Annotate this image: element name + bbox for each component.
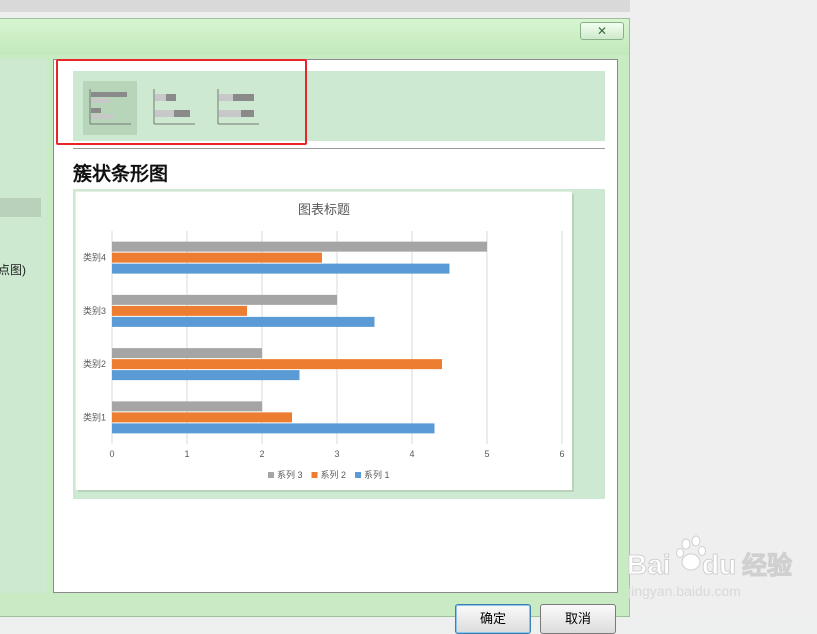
legend-label: 系列 2: [321, 469, 347, 480]
chart-title: 图表标题: [298, 202, 350, 217]
category-label: 类别3: [83, 305, 106, 316]
close-icon: ✕: [596, 24, 608, 38]
dialog-titlebar: ✕: [0, 19, 629, 55]
chart-preview-area: 图表标题 0 1 2 3 4 5 6 类别1 类别2 类别3 类别4 系列 3 系列 2 系列 1: [73, 189, 605, 499]
bar: [112, 370, 300, 381]
highlight-box: [56, 59, 307, 145]
divider: [73, 148, 605, 149]
x-tick-label: 2: [259, 449, 264, 459]
legend-label: 系列 3: [277, 469, 303, 480]
bar: [112, 263, 450, 274]
bar-chart: 图表标题 0 1 2 3 4 5 6 类别1 类别2 类别3 类别4 系列 3 系列 2 系列 1: [83, 202, 565, 480]
watermark-product: 经验: [742, 551, 792, 580]
watermark-url: jingyan.baidu.com: [627, 583, 741, 599]
bar: [112, 294, 337, 305]
cancel-button[interactable]: 取消: [540, 604, 616, 634]
desktop-background: [630, 0, 817, 617]
chart-type-list: 点图): [0, 59, 47, 593]
x-tick-label: 0: [109, 449, 114, 459]
bar: [112, 359, 442, 370]
bar: [112, 423, 435, 434]
category-label: 类别2: [83, 358, 106, 369]
bar: [112, 252, 322, 263]
bar: [112, 412, 292, 423]
baidu-jingyan-watermark: Bai du 经验 jingyan.baidu.com: [627, 535, 793, 599]
legend-swatch: [268, 472, 274, 478]
x-tick-label: 5: [484, 449, 489, 459]
x-tick-label: 4: [409, 449, 414, 459]
chart-preview-card: 图表标题 0 1 2 3 4 5 6 类别1 类别2 类别3 类别4 系列 3 系列 2 系列 1: [76, 192, 572, 490]
bar: [112, 316, 375, 327]
legend-swatch: [355, 472, 362, 478]
x-tick-label: 6: [559, 449, 564, 459]
bar: [112, 401, 262, 412]
legend-swatch: [311, 472, 318, 478]
chart-type-list-selected-item[interactable]: [0, 198, 41, 217]
insert-chart-dialog: ✕ 点图) 簇状条形图 图表标题 0 1 2 3 4 5 6 类别1 类别2 类…: [0, 18, 630, 634]
watermark-brand-du: du: [702, 549, 736, 580]
category-label: 类别4: [83, 252, 106, 263]
bar: [112, 305, 247, 316]
ok-button[interactable]: 确定: [455, 604, 531, 634]
legend-label: 系列 1: [364, 469, 390, 480]
close-button[interactable]: ✕: [580, 22, 624, 40]
chart-subtype-title: 簇状条形图: [73, 164, 169, 185]
x-tick-label: 3: [334, 449, 339, 459]
bar: [112, 348, 262, 359]
x-tick-label: 1: [184, 449, 189, 459]
bar: [112, 241, 487, 252]
chart-subtype-panel: 簇状条形图 图表标题 0 1 2 3 4 5 6 类别1 类别2 类别3 类别4 系列 3 系列 2 系列 …: [53, 59, 618, 593]
watermark-brand: Bai: [627, 549, 671, 580]
chart-type-list-item-label[interactable]: 点图): [0, 261, 26, 278]
category-label: 类别1: [83, 411, 106, 422]
